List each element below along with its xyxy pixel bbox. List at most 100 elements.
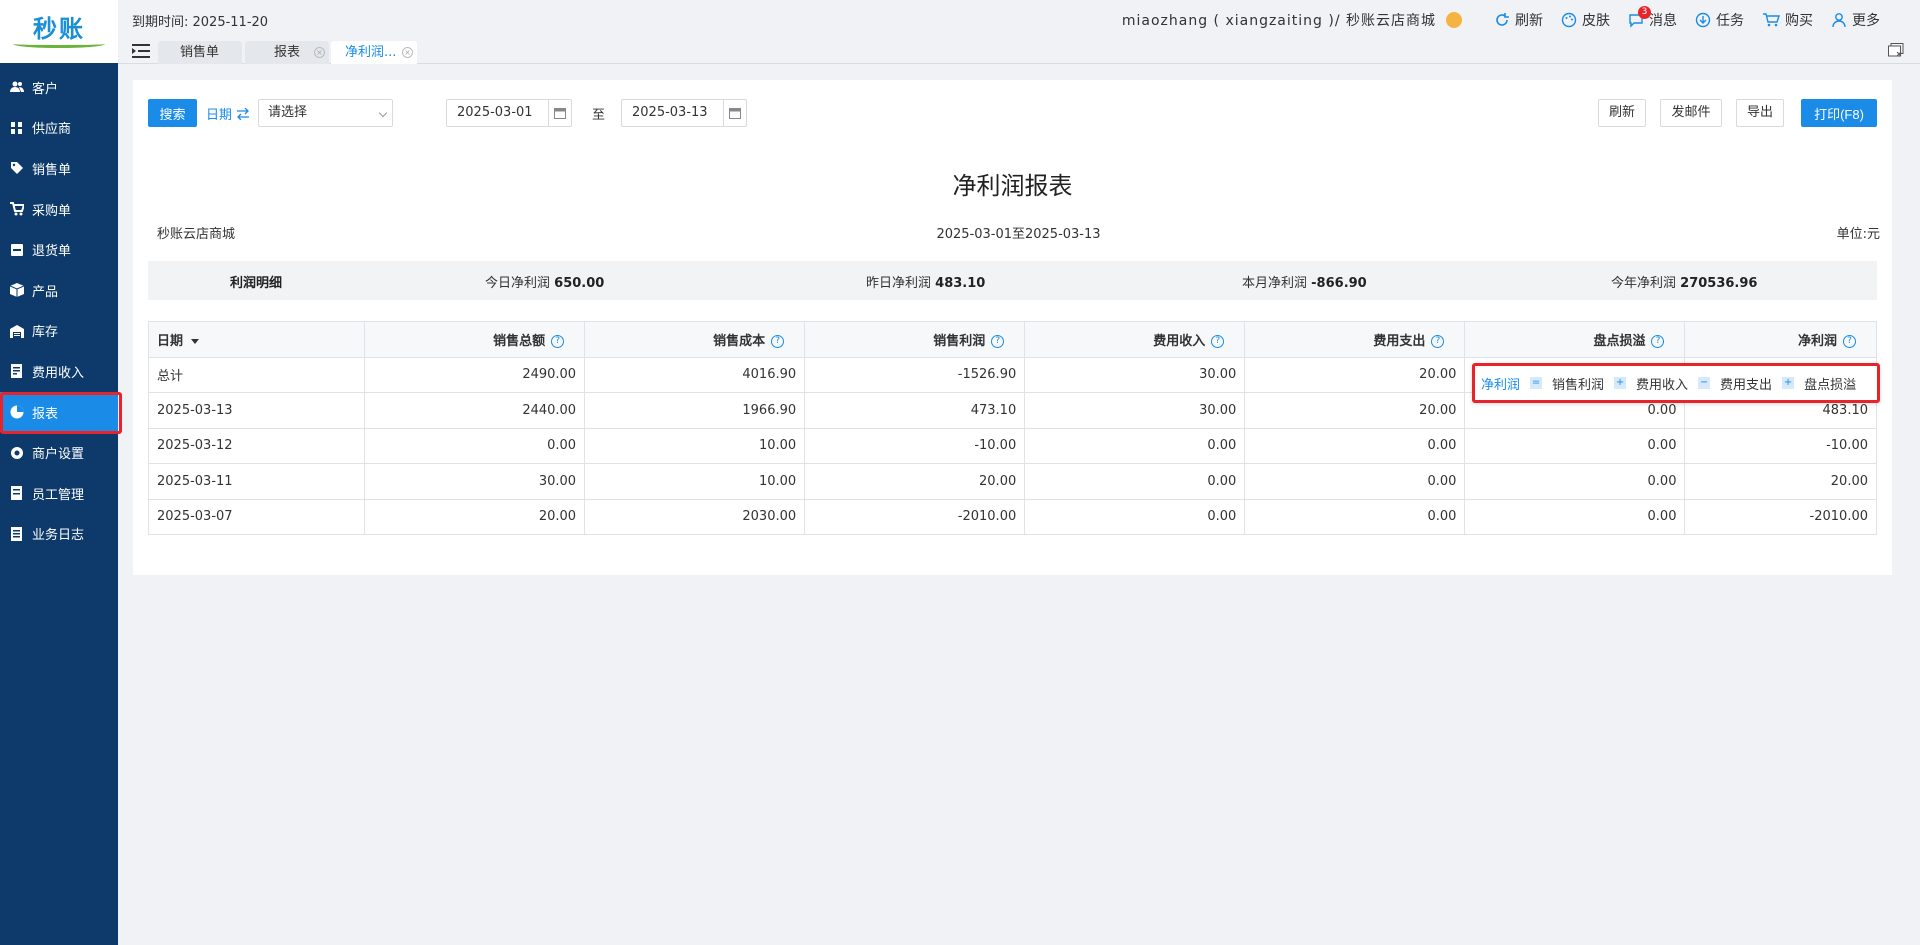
formula-term-expense-outlay: 费用支出: [1720, 377, 1773, 393]
refresh-report-button[interactable]: 刷新: [1598, 99, 1646, 127]
formula-term-expense-income: 费用收入: [1636, 377, 1689, 393]
tab-reports[interactable]: 报表 ×: [245, 41, 329, 64]
tab-net-profit[interactable]: 净利润... ×: [331, 41, 417, 64]
table-cell: -10.00: [1684, 427, 1877, 464]
buy-label: 购买: [1785, 13, 1813, 29]
table-row: 2025-03-07 20.00 2030.00 -2010.00 0.00 0…: [148, 498, 1877, 535]
date-to-input[interactable]: 2025-03-13: [621, 99, 747, 127]
table-cell: 0.00: [1024, 427, 1246, 464]
sidebar-item-supplier[interactable]: 供应商: [0, 108, 118, 149]
table-cell: 473.10: [804, 392, 1026, 429]
message-badge: 3: [1638, 6, 1651, 19]
today-label: 今日净利润: [485, 276, 551, 291]
sidebar-item-return-order[interactable]: 退货单: [0, 229, 118, 270]
refresh-label: 刷新: [1515, 13, 1543, 29]
sidebar-item-inventory[interactable]: 库存: [0, 311, 118, 352]
sidebar-item-label: 客户: [32, 81, 59, 97]
message-button[interactable]: 3 消息: [1628, 6, 1677, 30]
skin-button[interactable]: 皮肤: [1561, 10, 1610, 30]
help-icon[interactable]: ?: [1651, 334, 1665, 348]
box-icon: [10, 283, 24, 298]
print-button[interactable]: 打印(F8): [1801, 99, 1877, 127]
date-from-value: 2025-03-01: [457, 105, 533, 120]
task-button[interactable]: 任务: [1695, 10, 1744, 30]
sidebar-item-label: 供应商: [32, 122, 72, 138]
select-placeholder: 请选择: [268, 105, 308, 120]
tab-sales-order[interactable]: 销售单: [158, 41, 242, 64]
sidebar-item-staff[interactable]: 员工管理: [0, 473, 118, 514]
sidebar-item-label: 退货单: [32, 244, 72, 260]
help-icon[interactable]: ?: [771, 334, 785, 348]
date-range-select[interactable]: 请选择: [258, 99, 393, 127]
ledger-icon: [11, 364, 22, 379]
tab-label: 净利润...: [345, 45, 397, 60]
yesterday-net-profit: 昨日净利润 483.10: [866, 272, 985, 291]
table-cell: 0.00: [1464, 463, 1686, 500]
chevron-down-icon: [378, 108, 388, 118]
calendar-icon[interactable]: [723, 100, 746, 126]
close-all-tabs-icon[interactable]: [1888, 43, 1904, 57]
export-button[interactable]: 导出: [1736, 99, 1784, 127]
sidebar-item-purchase-order[interactable]: 采购单: [0, 189, 118, 230]
warehouse-icon: [10, 324, 24, 338]
table-cell: 20.00: [1684, 463, 1877, 500]
logo-text: 秒账: [33, 13, 85, 43]
sidebar-item-sales-order[interactable]: 销售单: [0, 148, 118, 189]
app-logo[interactable]: 秒账: [0, 0, 118, 63]
table-cell: -10.00: [804, 427, 1026, 464]
sidebar-item-reports[interactable]: 报表: [0, 391, 122, 434]
table-cell: -2010.00: [1684, 498, 1877, 535]
close-icon[interactable]: ×: [314, 47, 325, 58]
return-icon: [11, 243, 23, 256]
swap-icon: [237, 107, 250, 120]
date-type-toggle[interactable]: 日期: [206, 104, 250, 123]
report-unit: 单位:元: [1836, 227, 1880, 242]
refresh-button[interactable]: 刷新: [1494, 10, 1543, 30]
sidebar-item-expense-income[interactable]: 费用收入: [0, 351, 118, 392]
table-row: 2025-03-11 30.00 10.00 20.00 0.00 0.00 0…: [148, 463, 1877, 500]
help-icon[interactable]: ?: [1211, 334, 1225, 348]
table-cell: 2025-03-12: [148, 427, 365, 464]
crown-icon: [1446, 12, 1462, 28]
tab-label: 销售单: [180, 45, 220, 60]
help-icon[interactable]: ?: [1431, 334, 1445, 348]
yesterday-label: 昨日净利润: [866, 276, 932, 291]
column-header-date[interactable]: 日期: [148, 321, 365, 358]
month-net-profit: 本月净利润 -866.90: [1242, 272, 1367, 291]
sidebar-item-customer[interactable]: 客户: [0, 67, 118, 108]
help-icon[interactable]: ?: [991, 334, 1005, 348]
sidebar-item-label: 员工管理: [32, 487, 85, 503]
buy-button[interactable]: 购买: [1762, 10, 1813, 30]
search-button[interactable]: 搜索: [148, 99, 197, 127]
more-button[interactable]: 更多: [1831, 10, 1880, 30]
date-to-value: 2025-03-13: [632, 105, 708, 120]
summary-label: 利润明细: [230, 276, 283, 291]
calendar-icon[interactable]: [548, 100, 571, 126]
tabs-bar: 销售单 报表 × 净利润... ×: [118, 38, 1920, 64]
table-cell: 2440.00: [363, 392, 586, 429]
report-date-range: 2025-03-01至2025-03-13: [936, 227, 1101, 242]
tag-icon: [11, 162, 23, 175]
table-cell: 2025-03-07: [148, 498, 365, 535]
close-icon[interactable]: ×: [402, 47, 413, 58]
formula-term-sales-profit: 销售利润: [1552, 377, 1605, 393]
sidebar-item-product[interactable]: 产品: [0, 270, 118, 311]
table-cell: 0.00: [1244, 463, 1466, 500]
menu-toggle-icon[interactable]: [132, 44, 150, 58]
sidebar-item-business-log[interactable]: 业务日志: [0, 514, 118, 555]
user-name[interactable]: miaozhang ( xiangzaiting )/ 秒账云店商城: [1122, 10, 1436, 30]
plus-sign: +: [1614, 377, 1627, 389]
date-from-input[interactable]: 2025-03-01: [446, 99, 572, 127]
year-value: 270536.96: [1680, 276, 1758, 291]
column-header-inventory-gain-loss: 盘点损溢?: [1464, 321, 1686, 358]
help-icon[interactable]: ?: [1843, 334, 1856, 348]
help-icon[interactable]: ?: [551, 334, 565, 348]
sidebar-item-merchant-settings[interactable]: 商户设置: [0, 432, 118, 473]
table-cell: 0.00: [1244, 427, 1466, 464]
sidebar: 秒账 客户 供应商 销售单 采购单 退货单 产品 库存 费用收入 报表 商户设置…: [0, 0, 122, 945]
report-card: 搜索 日期 请选择 2025-03-01 至 2025-03-13 刷新 发邮件…: [133, 80, 1892, 575]
send-email-button[interactable]: 发邮件: [1660, 99, 1722, 127]
sort-caret-icon[interactable]: [191, 338, 200, 344]
customer-icon: [10, 81, 24, 93]
profit-summary: 利润明细 今日净利润 650.00 昨日净利润 483.10 本月净利润 -86…: [148, 261, 1877, 300]
